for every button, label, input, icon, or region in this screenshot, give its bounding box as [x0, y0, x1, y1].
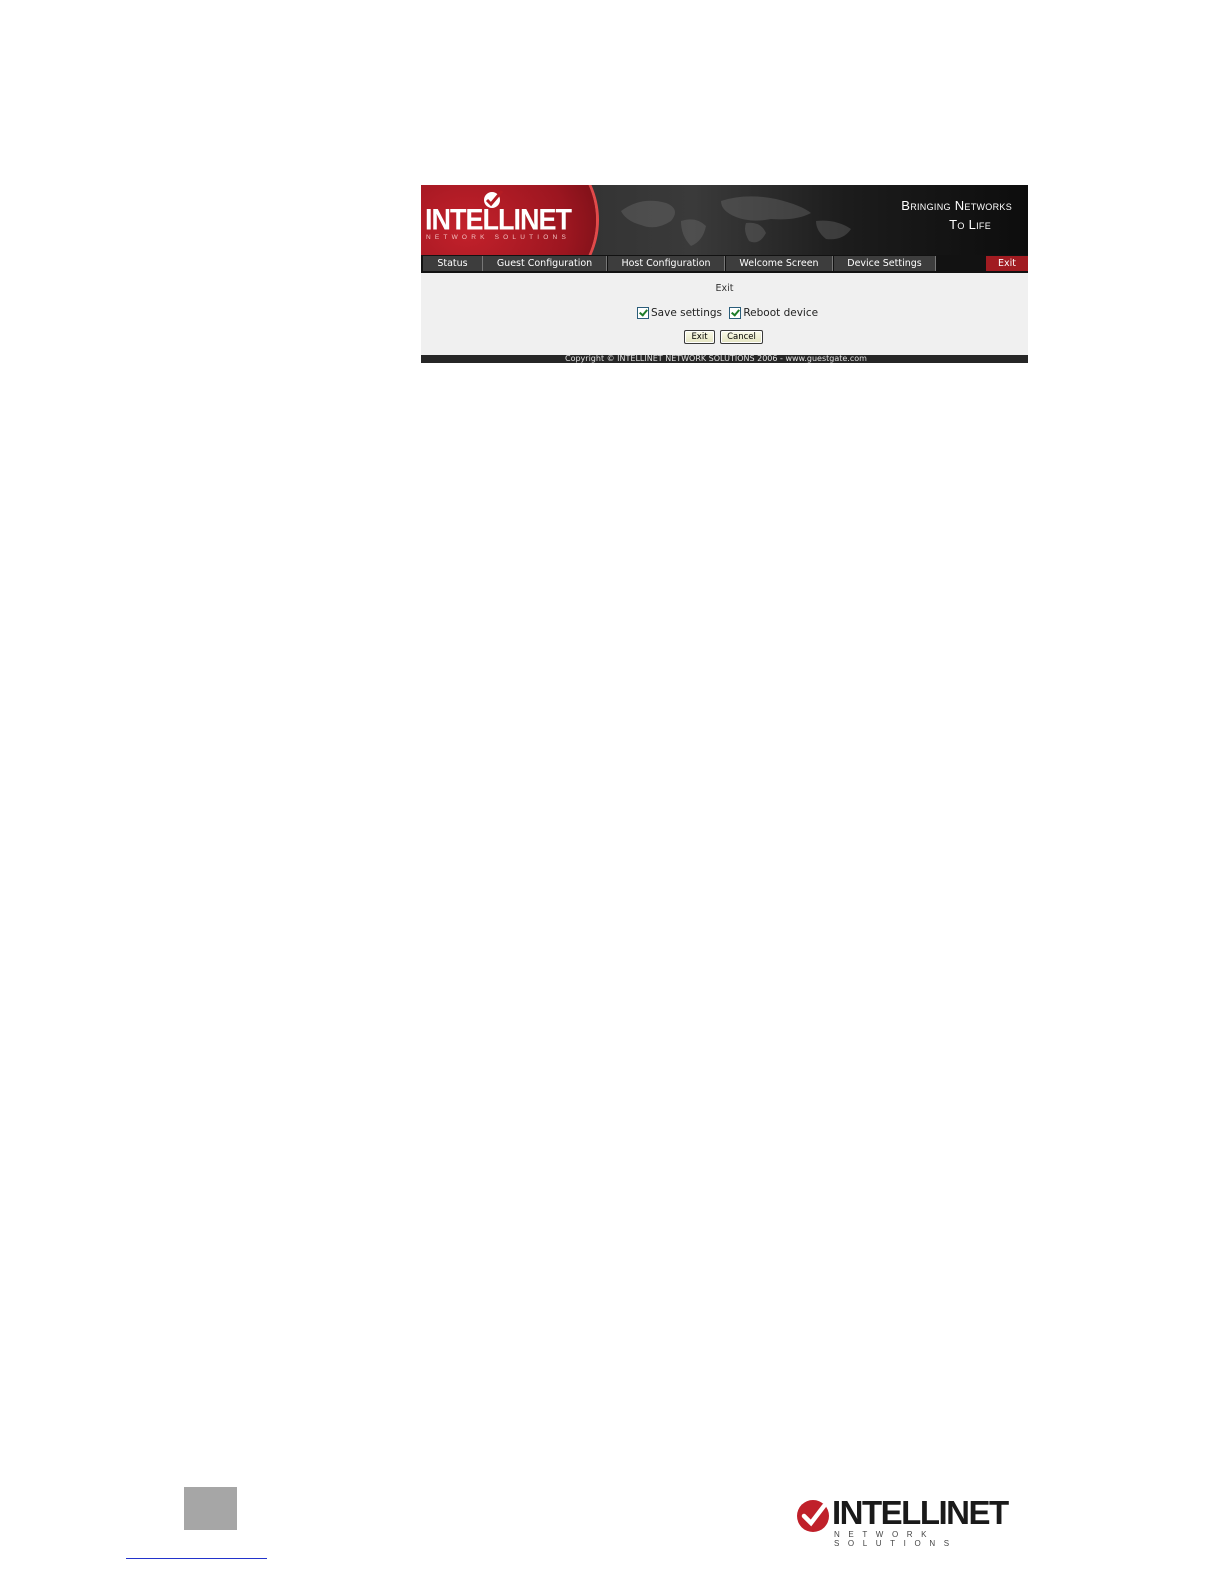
world-map-icon	[621, 196, 851, 246]
save-settings-option[interactable]: Save settings	[637, 307, 722, 319]
options-row: Save settings Reboot device	[637, 307, 822, 322]
tab-host-configuration[interactable]: Host Configuration	[608, 256, 725, 271]
reboot-device-option[interactable]: Reboot device	[729, 307, 818, 319]
tab-guest-configuration[interactable]: Guest Configuration	[483, 256, 607, 271]
footer-logo-text: INTELLINET	[832, 1494, 1009, 1531]
footer-logo-subtext: NETWORK SOLUTIONS	[834, 1530, 958, 1548]
save-settings-checkbox[interactable]	[637, 307, 649, 319]
logo-subtext: NETWORK SOLUTIONS	[426, 234, 570, 241]
exit-button[interactable]: Exit	[684, 330, 715, 344]
tab-status[interactable]: Status	[423, 256, 483, 271]
tagline-line2: To Life	[949, 217, 991, 232]
page-link-underline	[126, 1558, 267, 1559]
copyright-bar: Copyright © INTELLINET NETWORK SOLUTIONS…	[421, 355, 1028, 363]
logo-text: INTELLINET	[425, 203, 572, 236]
page-title: Exit	[715, 283, 734, 294]
tab-device-settings[interactable]: Device Settings	[834, 256, 936, 271]
nav-bar: Status Guest Configuration Host Configur…	[421, 255, 1028, 273]
tab-exit[interactable]: Exit	[986, 256, 1028, 271]
reboot-device-checkbox[interactable]	[729, 307, 742, 319]
tab-welcome-screen[interactable]: Welcome Screen	[726, 256, 833, 271]
tagline-line1: Bringing Networks	[901, 198, 1012, 213]
save-settings-label: Save settings	[651, 307, 722, 319]
cancel-button[interactable]: Cancel	[720, 330, 763, 344]
copyright-text: Copyright © INTELLINET NETWORK SOLUTIONS…	[565, 355, 867, 363]
page-number-box	[184, 1487, 237, 1530]
footer-logo: INTELLINET NETWORK SOLUTIONS	[795, 1494, 1035, 1548]
header-banner: INTELLINET NETWORK SOLUTIONS Bringing Ne…	[421, 185, 1028, 255]
reboot-device-label: Reboot device	[743, 307, 819, 319]
content-panel: Exit Save settings Reboot device Exit Ca…	[421, 273, 1028, 355]
router-admin-screenshot: INTELLINET NETWORK SOLUTIONS Bringing Ne…	[421, 185, 1028, 363]
logo-check-icon	[797, 1500, 829, 1532]
